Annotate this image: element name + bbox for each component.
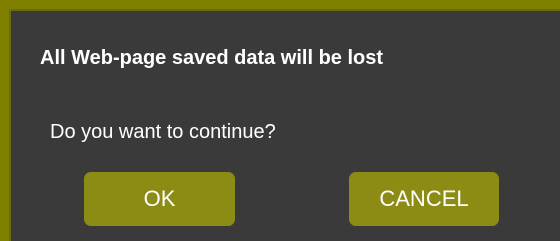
dialog-message: Do you want to continue?	[50, 121, 276, 143]
cancel-button[interactable]: CANCEL	[349, 172, 499, 226]
confirm-dialog: All Web-page saved data will be lost Do …	[9, 9, 560, 241]
dialog-frame: All Web-page saved data will be lost Do …	[0, 0, 560, 241]
ok-button[interactable]: OK	[84, 172, 235, 226]
dialog-title: All Web-page saved data will be lost	[40, 47, 384, 69]
